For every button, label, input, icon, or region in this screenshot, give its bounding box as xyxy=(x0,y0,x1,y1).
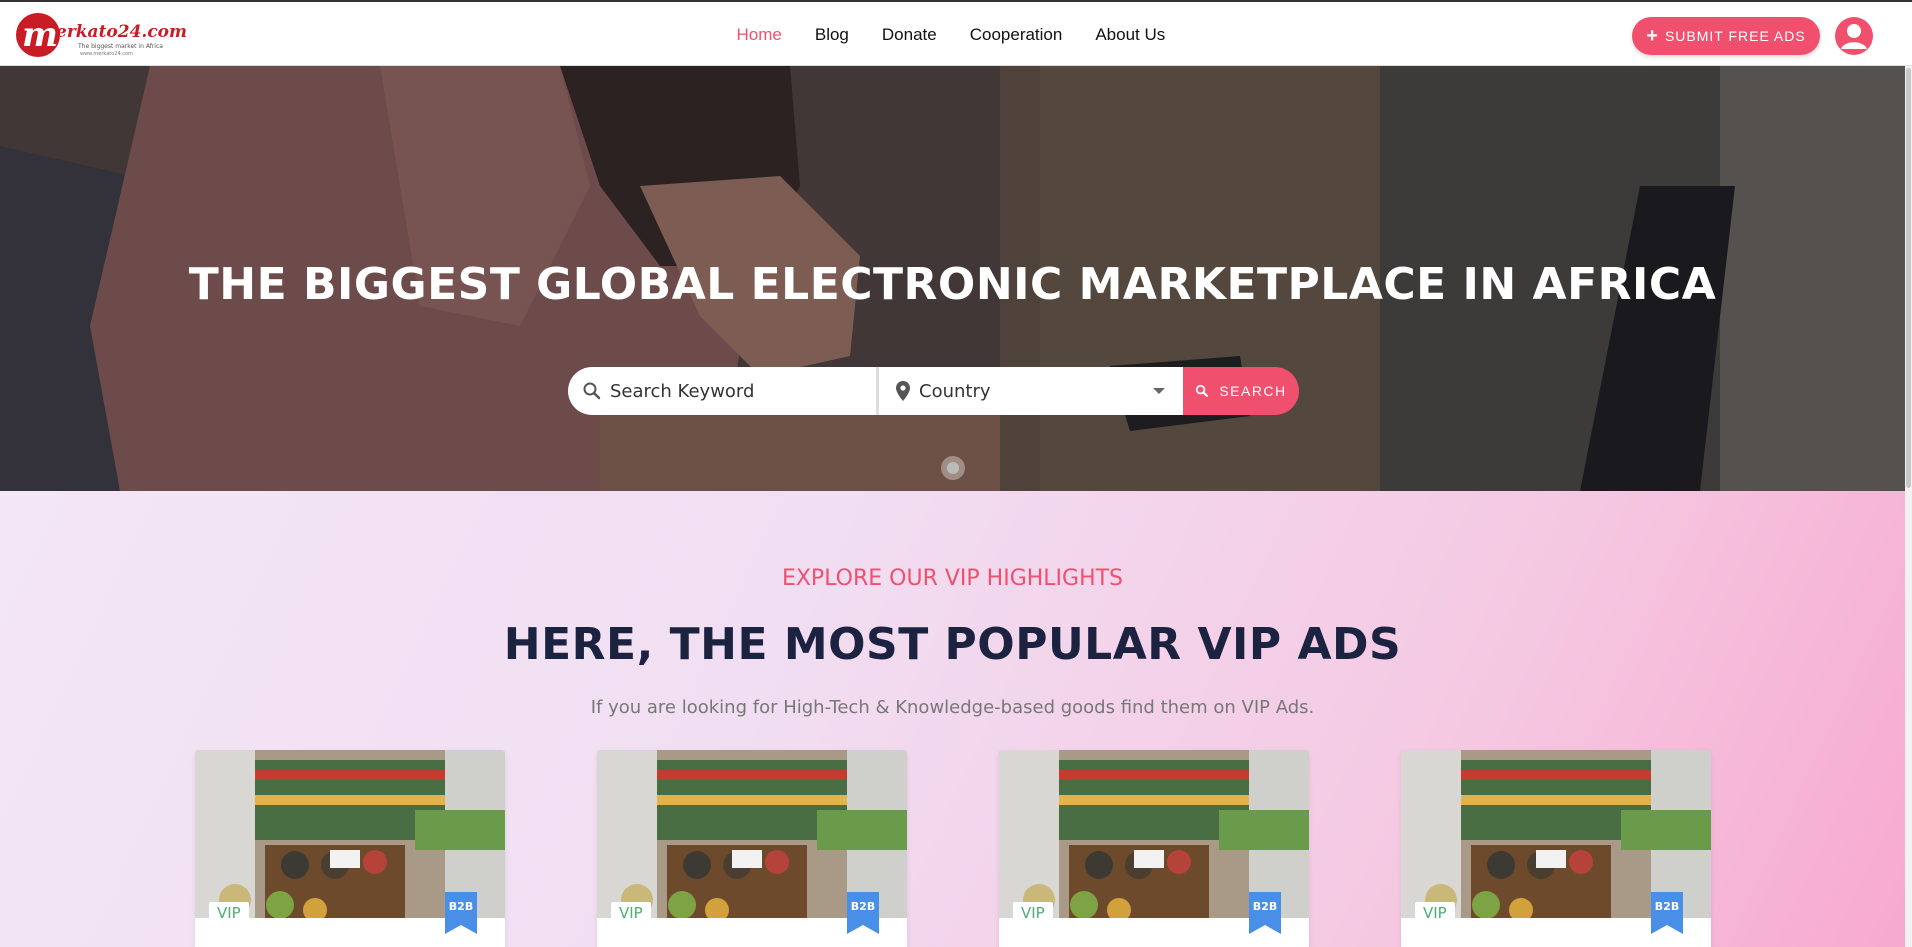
b2b-badge: B2B xyxy=(847,892,879,934)
logo-letter: m xyxy=(22,15,58,55)
logo-mark: m xyxy=(16,13,60,57)
site-logo[interactable]: m erkato24.com The biggest market in Afr… xyxy=(16,10,187,60)
hero-banner: THE BIGGEST GLOBAL ELECTRONIC MARKETPLAC… xyxy=(0,66,1905,491)
bookmark-icon xyxy=(445,892,477,934)
nav-item-donate[interactable]: Donate xyxy=(865,25,953,45)
country-select[interactable]: Country xyxy=(879,367,1183,415)
b2b-label: B2B xyxy=(850,900,876,913)
nav-item-about-us[interactable]: About Us xyxy=(1079,25,1182,45)
search-bar: Country SEARCH xyxy=(568,367,1299,415)
b2b-label: B2B xyxy=(1252,900,1278,913)
top-navbar: m erkato24.com The biggest market in Afr… xyxy=(0,0,1912,66)
logo-text: erkato24.com xyxy=(56,22,188,42)
vip-ad-card[interactable]: VIP B2B xyxy=(999,750,1309,947)
search-button[interactable]: SEARCH xyxy=(1183,367,1299,415)
search-keyword-field[interactable] xyxy=(568,367,876,415)
vip-subtitle: If you are looking for High-Tech & Knowl… xyxy=(590,697,1315,718)
user-account-button[interactable] xyxy=(1835,17,1873,55)
chevron-down-icon xyxy=(1153,388,1165,394)
vip-eyebrow: EXPLORE OUR VIP HIGHLIGHTS xyxy=(781,566,1124,591)
search-keyword-input[interactable] xyxy=(610,380,860,402)
nav-item-blog[interactable]: Blog xyxy=(798,25,865,45)
b2b-label: B2B xyxy=(448,900,474,913)
vip-tag: VIP xyxy=(1415,902,1455,924)
bookmark-icon xyxy=(1249,892,1281,934)
logo-tagline: The biggest market in Africa xyxy=(78,43,163,50)
submit-free-ads-label: SUBMIT FREE ADS xyxy=(1664,28,1806,44)
vip-tag: VIP xyxy=(1013,902,1053,924)
vip-tag: VIP xyxy=(209,902,249,924)
main-nav: Home Blog Donate Cooperation About Us xyxy=(720,2,1182,68)
slider-dot[interactable] xyxy=(941,456,965,480)
nav-item-home[interactable]: Home xyxy=(720,25,798,45)
search-button-label: SEARCH xyxy=(1219,383,1287,399)
vip-ad-card[interactable]: VIP B2B xyxy=(1401,750,1711,947)
page-scrollbar-thumb[interactable] xyxy=(1906,68,1911,488)
b2b-badge: B2B xyxy=(1651,892,1683,934)
b2b-badge: B2B xyxy=(445,892,477,934)
location-pin-icon xyxy=(896,381,910,401)
submit-free-ads-button[interactable]: + SUBMIT FREE ADS xyxy=(1632,17,1820,55)
bookmark-icon xyxy=(1651,892,1683,934)
vip-ad-card[interactable]: VIP B2B xyxy=(195,750,505,947)
b2b-label: B2B xyxy=(1654,900,1680,913)
bookmark-icon xyxy=(847,892,879,934)
vip-tag: VIP xyxy=(611,902,651,924)
b2b-badge: B2B xyxy=(1249,892,1281,934)
logo-tagline-secondary: www.merkato24.com xyxy=(80,51,133,57)
plus-icon: + xyxy=(1646,25,1659,47)
user-icon xyxy=(1841,24,1867,49)
search-icon xyxy=(1196,384,1209,397)
nav-item-cooperation[interactable]: Cooperation xyxy=(953,25,1079,45)
vip-highlights-section: EXPLORE OUR VIP HIGHLIGHTS HERE, THE MOS… xyxy=(0,491,1905,947)
hero-title: THE BIGGEST GLOBAL ELECTRONIC MARKETPLAC… xyxy=(188,259,1717,310)
country-select-label: Country xyxy=(919,380,991,402)
vip-title: HERE, THE MOST POPULAR VIP ADS xyxy=(503,619,1402,670)
vip-ad-card[interactable]: VIP B2B xyxy=(597,750,907,947)
search-icon xyxy=(583,382,601,400)
vip-ads-grid: VIP B2B VIP B2B VIP B2B VIP B2B xyxy=(195,750,1711,947)
